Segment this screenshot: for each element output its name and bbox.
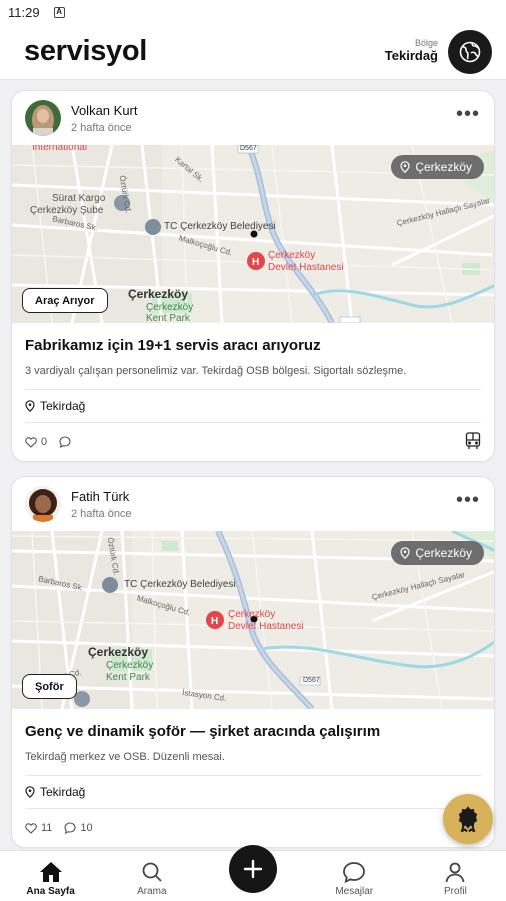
map-label: D567 <box>240 145 257 152</box>
award-icon <box>458 806 478 832</box>
region-selector[interactable]: Bölge Tekirdağ <box>384 29 492 74</box>
post-title[interactable]: Fabrikamız için 19+1 servis aracı arıyor… <box>25 337 481 354</box>
nav-profile[interactable]: Profil <box>405 851 506 901</box>
user-name[interactable]: Fatih Türk <box>71 489 132 504</box>
post-location-label: Tekirdağ <box>40 399 86 413</box>
comment-icon <box>64 822 76 834</box>
nav-messages[interactable]: Mesajlar <box>304 851 405 901</box>
home-icon <box>39 862 62 882</box>
pin-icon <box>25 400 35 412</box>
like-button[interactable]: 0 <box>25 436 47 448</box>
app-title: servisyol <box>24 35 148 67</box>
nav-search[interactable]: Arama <box>101 851 202 901</box>
bus-icon[interactable] <box>465 432 481 453</box>
nav-messages-label: Mesajlar <box>335 886 374 897</box>
nav-home-label: Ana Sayfa <box>26 886 75 897</box>
map-preview[interactable]: H TC Çerkezköy Belediyesi Çerkezköy Devl… <box>12 531 494 709</box>
map-label: D567 <box>303 677 320 684</box>
pin-icon <box>400 161 410 173</box>
more-icon[interactable]: ••• <box>456 490 480 510</box>
map-label: Sürat Kargo <box>52 193 106 204</box>
plus-icon <box>243 859 263 879</box>
location-pill: Çerkezköy <box>391 541 484 565</box>
like-button[interactable]: 11 <box>25 822 52 834</box>
map-label: Çerkezköy Şube <box>30 205 104 216</box>
map-label: Çerkezköy <box>128 287 189 301</box>
region-value: Tekirdağ <box>384 48 438 64</box>
location-pill-label: Çerkezköy <box>415 160 472 174</box>
pin-icon <box>25 786 35 798</box>
map-label: Devlet Hastanesi <box>228 621 304 632</box>
location-pill-label: Çerkezköy <box>415 546 472 560</box>
post-type-badge: Araç Arıyor <box>22 288 108 313</box>
post-location: Tekirdağ <box>25 776 481 808</box>
more-icon[interactable]: ••• <box>456 104 480 124</box>
svg-text:H: H <box>252 257 259 268</box>
post-location-label: Tekirdağ <box>40 785 86 799</box>
comment-button[interactable]: 10 <box>64 822 93 834</box>
notification-icon: A <box>53 6 65 18</box>
comment-icon <box>59 436 71 448</box>
nav-search-label: Arama <box>137 886 167 897</box>
app-header: servisyol Bölge Tekirdağ <box>0 24 506 80</box>
status-time: 11:29 <box>8 4 40 20</box>
svg-text:H: H <box>211 616 218 627</box>
map-label: Çerkezköy <box>106 660 154 671</box>
post-type-badge: Şoför <box>22 674 77 699</box>
nav-profile-label: Profil <box>444 886 467 897</box>
comment-count: 10 <box>80 822 93 834</box>
avatar[interactable] <box>25 486 61 522</box>
nav-home[interactable]: Ana Sayfa <box>0 851 101 901</box>
heart-icon <box>25 822 37 834</box>
globe-icon <box>459 41 481 62</box>
post-time: 2 hafta önce <box>71 507 132 520</box>
post-actions: 0 <box>25 423 481 461</box>
map-label: Çerkezköy <box>146 302 194 313</box>
post-feed[interactable]: Volkan Kurt 2 hafta önce ••• H Internati… <box>0 80 506 850</box>
map-label: Devlet Hastanesi <box>268 262 344 273</box>
heart-icon <box>25 436 37 448</box>
post-description: 3 vardiyalı çalışan personelimiz var. Te… <box>25 365 407 377</box>
user-name[interactable]: Volkan Kurt <box>71 103 138 118</box>
post-card[interactable]: Volkan Kurt 2 hafta önce ••• H Internati… <box>11 90 495 462</box>
location-pill: Çerkezköy <box>391 155 484 179</box>
post-header: Fatih Türk 2 hafta önce ••• <box>12 477 494 531</box>
map-label: Kent Park <box>146 313 190 323</box>
pin-icon <box>400 547 410 559</box>
profile-icon <box>446 862 465 883</box>
message-icon <box>343 862 366 883</box>
post-time: 2 hafta önce <box>71 121 132 134</box>
avatar[interactable] <box>25 100 61 136</box>
status-bar: 11:29 A <box>0 0 506 24</box>
like-count: 11 <box>41 822 53 834</box>
globe-button[interactable] <box>448 29 492 74</box>
map-label: TC Çerkezköy Belediyesi <box>164 221 276 232</box>
map-label: Kent Park <box>106 672 150 683</box>
comment-button[interactable] <box>59 436 75 448</box>
add-post-button[interactable] <box>229 845 277 893</box>
bottom-navigation: Ana Sayfa Arama Mesajlar Profil <box>0 845 506 901</box>
post-card[interactable]: Fatih Türk 2 hafta önce ••• H TC Çerkezk… <box>11 476 495 848</box>
map-preview[interactable]: H International Sürat Kargo Çerkezköy Şu… <box>12 145 494 323</box>
post-description: Tekirdağ merkez ve OSB. Düzenli mesai. <box>25 751 225 763</box>
post-title[interactable]: Genç ve dinamik şoför — şirket aracında … <box>25 723 481 740</box>
search-icon <box>142 862 162 882</box>
map-label: TC Çerkezköy Belediyesi <box>124 579 236 590</box>
award-button[interactable] <box>443 794 493 844</box>
post-header: Volkan Kurt 2 hafta önce ••• <box>12 91 494 145</box>
map-label: International <box>32 145 88 153</box>
like-count: 0 <box>41 436 48 448</box>
post-location: Tekirdağ <box>25 390 481 422</box>
post-actions: 11 10 <box>25 809 481 847</box>
map-label: Çerkezköy <box>88 645 149 659</box>
map-label: Çerkezköy <box>268 250 316 261</box>
map-label: Çerkezköy <box>228 609 276 620</box>
